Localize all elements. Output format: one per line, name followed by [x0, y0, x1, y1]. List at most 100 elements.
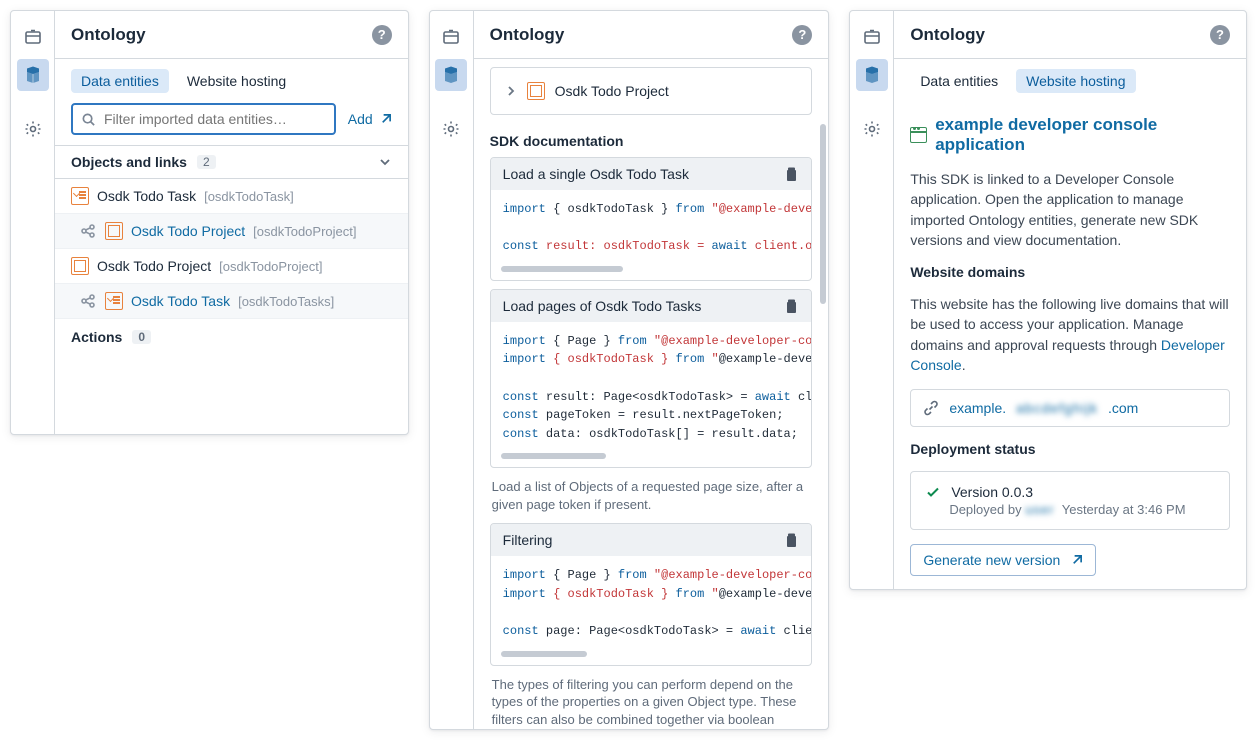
application-name: example developer console application: [935, 115, 1230, 155]
rail-ontology-icon[interactable]: [856, 59, 888, 91]
card-header: Filtering: [491, 524, 812, 556]
project-icon: [105, 222, 123, 240]
application-link[interactable]: example developer console application: [910, 115, 1230, 155]
copy-icon[interactable]: [784, 532, 799, 548]
horizontal-scrollbar[interactable]: [501, 651, 588, 657]
help-icon[interactable]: ?: [1210, 25, 1230, 45]
panel-header: Ontology ?: [55, 11, 408, 59]
ontology-website-hosting-panel: Ontology ? Data entities Website hosting…: [849, 10, 1247, 590]
entity-row[interactable]: Osdk Todo Task[osdkTodoTask]: [55, 179, 408, 214]
scrollbar-thumb[interactable]: [820, 124, 826, 304]
search-icon: [81, 112, 96, 127]
application-icon: [910, 127, 927, 143]
rail-apps-icon[interactable]: [17, 21, 49, 53]
link-icon: [79, 292, 97, 310]
tab-bar: Data entities Website hosting: [894, 59, 1246, 103]
section-count-badge: 2: [197, 155, 216, 169]
help-icon[interactable]: ?: [372, 25, 392, 45]
tab-website-hosting[interactable]: Website hosting: [177, 69, 296, 93]
link-icon: [923, 400, 939, 416]
panel-title: Ontology: [71, 25, 146, 45]
entity-row[interactable]: Osdk Todo Project [osdkTodoProject]: [55, 214, 408, 249]
version-label: Version 0.0.3: [951, 484, 1033, 500]
project-icon: [527, 82, 545, 100]
domain-card[interactable]: example. abcdefghijk .com: [910, 389, 1230, 427]
ontology-data-entities-panel: Ontology ? Data entities Website hosting…: [10, 10, 409, 435]
entity-row[interactable]: Osdk Todo Project[osdkTodoProject]: [55, 249, 408, 284]
panel-title: Ontology: [910, 25, 985, 45]
entity-name: Osdk Todo Task: [131, 293, 230, 309]
task-icon: [105, 292, 123, 310]
side-rail: [430, 11, 474, 729]
add-link[interactable]: Add: [348, 111, 392, 127]
sdk-code-card: Load pages of Osdk Todo Tasks import { Pa…: [490, 289, 813, 469]
side-rail: [850, 11, 894, 589]
deployed-by-label: Deployed by: [949, 502, 1025, 517]
search-input-wrapper[interactable]: [71, 103, 336, 135]
domain-suffix: .com: [1108, 400, 1138, 416]
card-header: Load pages of Osdk Todo Tasks: [491, 290, 812, 322]
panel-header: Ontology ?: [894, 11, 1246, 59]
object-tree: Osdk Todo Project: [490, 67, 813, 115]
add-label: Add: [348, 111, 373, 127]
rail-settings-icon[interactable]: [856, 113, 888, 145]
tab-bar: Data entities Website hosting: [55, 59, 408, 103]
entity-api-name: [osdkTodoProject]: [253, 224, 356, 239]
entity-api-name: [osdkTodoTasks]: [238, 294, 334, 309]
side-rail: [11, 11, 55, 434]
section-label: Objects and links: [71, 154, 187, 170]
actions-label: Actions: [71, 329, 122, 345]
tree-row-project[interactable]: Osdk Todo Project: [491, 74, 812, 108]
deployment-status-card: Version 0.0.3 Deployed by user Yesterday…: [910, 471, 1230, 530]
generate-new-version-button[interactable]: Generate new version: [910, 544, 1096, 576]
sdk-code-card: Load a single Osdk Todo Taskimport { osd…: [490, 157, 813, 281]
code-block[interactable]: import { osdkTodoTask } from "@example-d…: [491, 190, 812, 260]
panel-title: Ontology: [490, 25, 565, 45]
tab-data-entities[interactable]: Data entities: [910, 69, 1008, 93]
sdk-docs-scroll[interactable]: Osdk Todo Project SDK documentation Load…: [474, 59, 829, 729]
project-icon: [71, 257, 89, 275]
sdk-description: This SDK is linked to a Developer Consol…: [910, 169, 1230, 250]
copy-icon[interactable]: [784, 298, 799, 314]
card-title: Load pages of Osdk Todo Tasks: [503, 298, 702, 314]
deployed-when: Yesterday at 3:46 PM: [1062, 502, 1186, 517]
rail-apps-icon[interactable]: [435, 21, 467, 53]
vertical-scrollbar[interactable]: [820, 69, 826, 689]
card-title: Filtering: [503, 532, 553, 548]
chevron-down-icon: [378, 155, 392, 169]
chevron-right-icon: [505, 85, 517, 97]
tab-data-entities[interactable]: Data entities: [71, 69, 169, 93]
search-input[interactable]: [102, 110, 326, 128]
rail-settings-icon[interactable]: [17, 113, 49, 145]
horizontal-scrollbar[interactable]: [501, 453, 607, 459]
help-icon[interactable]: ?: [792, 25, 812, 45]
horizontal-scrollbar[interactable]: [501, 266, 623, 272]
objects-and-links-header[interactable]: Objects and links 2: [55, 145, 408, 179]
deployment-status-heading: Deployment status: [910, 441, 1230, 457]
rail-ontology-icon[interactable]: [435, 59, 467, 91]
rail-settings-icon[interactable]: [435, 113, 467, 145]
domain-hidden: abcdefghijk: [1016, 400, 1098, 416]
external-icon: [379, 113, 392, 126]
check-icon: [925, 484, 941, 500]
deployment-meta: Deployed by user Yesterday at 3:46 PM: [925, 502, 1215, 517]
actions-header[interactable]: Actions 0: [55, 319, 408, 355]
period: .: [962, 357, 966, 373]
ontology-sdk-docs-panel: Ontology ? Osdk Todo Project SDK documen…: [429, 10, 830, 730]
copy-icon[interactable]: [784, 166, 799, 182]
rail-apps-icon[interactable]: [856, 21, 888, 53]
rail-ontology-icon[interactable]: [17, 59, 49, 91]
tab-website-hosting[interactable]: Website hosting: [1016, 69, 1135, 93]
task-icon: [71, 187, 89, 205]
deployed-by-name: user: [1025, 502, 1054, 517]
external-icon: [1070, 554, 1083, 567]
sdk-code-card: Filtering import { Page } from "@example-…: [490, 523, 813, 665]
code-block[interactable]: import { Page } from "@example-developer…: [491, 556, 812, 644]
entity-row[interactable]: Osdk Todo Task [osdkTodoTasks]: [55, 284, 408, 319]
entity-name: Osdk Todo Project: [131, 223, 245, 239]
entity-name: Osdk Todo Project: [97, 258, 211, 274]
domain-prefix: example.: [949, 400, 1006, 416]
sdk-doc-heading: SDK documentation: [474, 129, 829, 157]
website-domains-heading: Website domains: [910, 264, 1230, 280]
code-block[interactable]: import { Page } from "@example-developer…: [491, 322, 812, 448]
